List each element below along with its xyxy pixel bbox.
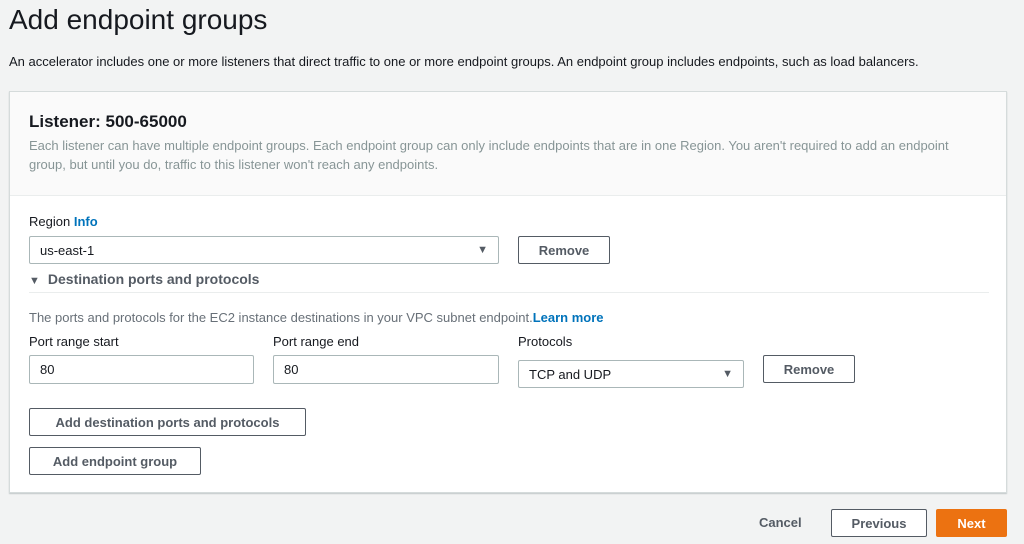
- section-desc-text: The ports and protocols for the EC2 inst…: [29, 310, 533, 325]
- page-description: An accelerator includes one or more list…: [9, 54, 919, 69]
- protocols-value: TCP and UDP: [529, 366, 612, 382]
- protocols-select[interactable]: TCP and UDP ▼: [518, 360, 744, 388]
- region-value: us-east-1: [40, 242, 95, 258]
- section-title: Destination ports and protocols: [47, 271, 260, 287]
- port-start-label: Port range start: [29, 334, 119, 349]
- add-destination-ports-button[interactable]: Add destination ports and protocols: [29, 408, 306, 436]
- listener-description: Each listener can have multiple endpoint…: [29, 138, 949, 172]
- port-start-input[interactable]: 80: [29, 355, 254, 384]
- region-label: Region Info: [29, 214, 98, 229]
- port-end-input[interactable]: 80: [273, 355, 499, 384]
- listener-title: Listener: 500-65000: [29, 112, 187, 131]
- protocols-label: Protocols: [518, 334, 573, 349]
- region-select[interactable]: us-east-1 ▼: [29, 236, 499, 264]
- previous-button[interactable]: Previous: [831, 509, 927, 537]
- page-title: Add endpoint groups: [9, 4, 268, 35]
- caret-down-icon: ▼: [29, 275, 40, 287]
- caret-down-icon: ▼: [722, 368, 733, 380]
- next-button[interactable]: Next: [936, 509, 1007, 537]
- port-end-label: Port range end: [273, 334, 360, 349]
- add-endpoint-group-button[interactable]: Add endpoint group: [29, 447, 201, 475]
- cancel-button[interactable]: Cancel: [759, 515, 802, 530]
- region-label-text: Region: [29, 214, 71, 229]
- destination-ports-toggle[interactable]: ▼ Destination ports and protocols: [29, 271, 259, 287]
- info-link[interactable]: Info: [74, 214, 98, 229]
- caret-down-icon: ▼: [477, 244, 488, 256]
- remove-region-button[interactable]: Remove: [518, 236, 610, 264]
- divider: [29, 292, 989, 293]
- section-description: The ports and protocols for the EC2 inst…: [29, 310, 604, 325]
- remove-ports-button[interactable]: Remove: [763, 355, 855, 383]
- listener-card: Listener: 500-65000 Each listener can ha…: [9, 91, 1007, 493]
- learn-more-link[interactable]: Learn more: [533, 310, 604, 325]
